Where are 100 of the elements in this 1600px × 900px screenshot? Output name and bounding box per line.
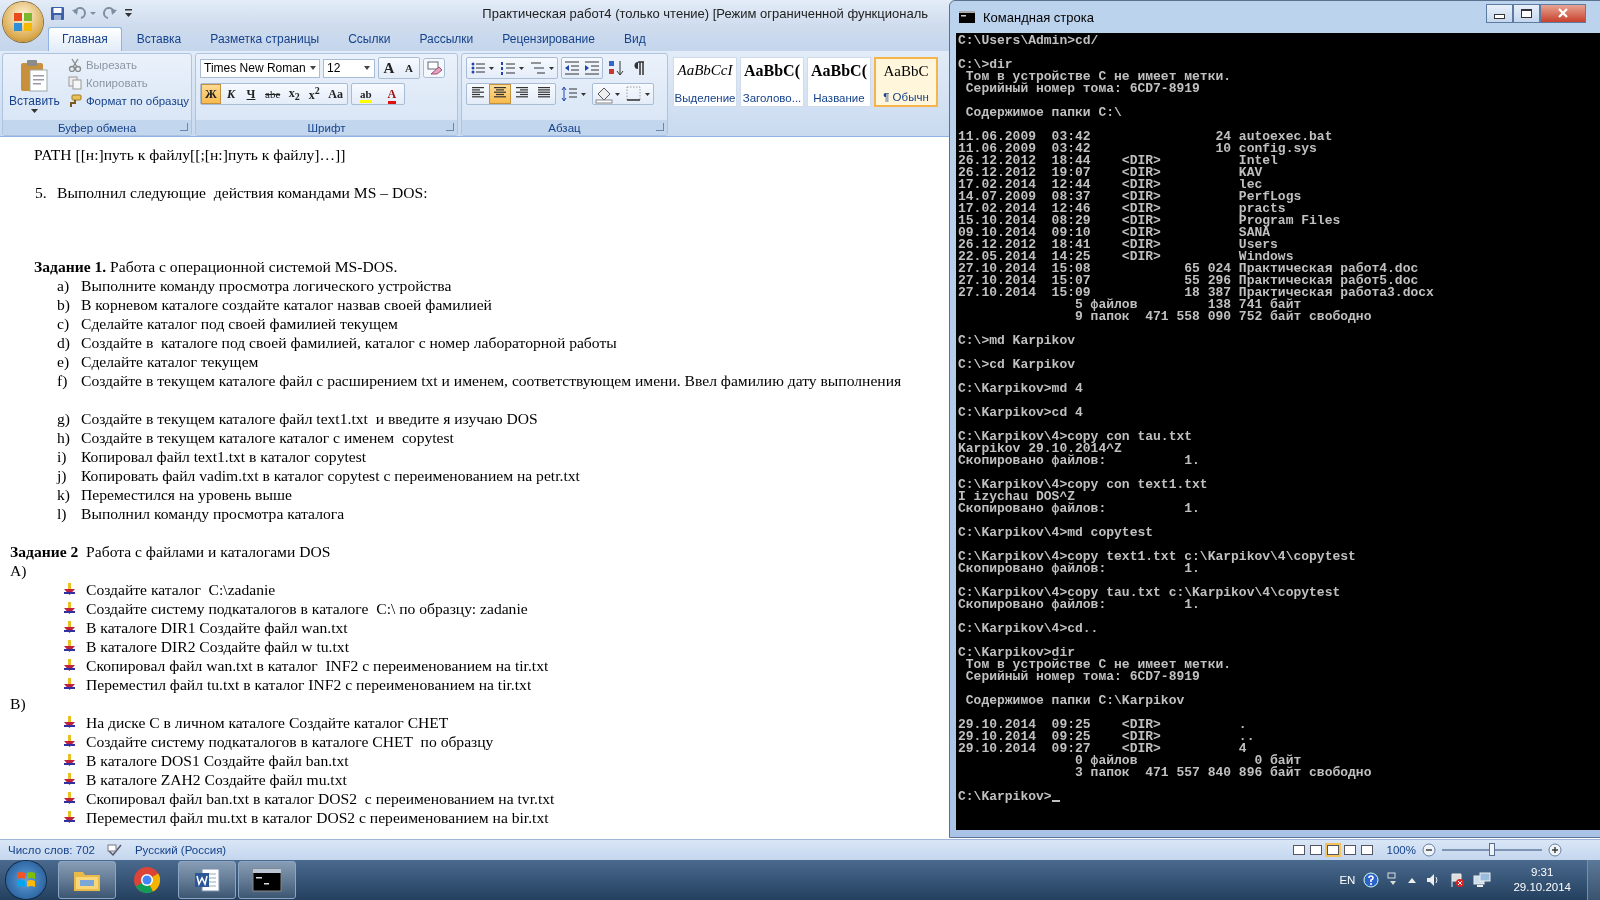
ribbon-tab[interactable]: Рецензирование — [488, 27, 609, 51]
arrow-bullet-icon — [64, 735, 75, 748]
save-icon[interactable] — [50, 5, 65, 21]
arrow-bullet-icon — [64, 583, 75, 596]
ribbon-tab[interactable]: Вид — [609, 27, 660, 51]
view-button[interactable] — [1341, 843, 1358, 857]
ribbon-tab[interactable]: Разметка страницы — [196, 27, 334, 51]
font-color-button[interactable]: A — [379, 84, 405, 104]
list-item: Выполните команду просмотра логического устройства — [81, 276, 452, 295]
paintbrush-icon — [67, 94, 82, 108]
font-style-button[interactable]: Aa — [324, 84, 347, 104]
alignment-icon — [515, 86, 529, 98]
console-line: Серийный номер тома: 6CD7-8919 — [964, 83, 1201, 95]
console-line: C:\Karpikov>cd 4 — [958, 407, 1084, 419]
customize-icon[interactable] — [124, 7, 133, 19]
style-tile[interactable]: AaBbC( Название — [807, 57, 871, 107]
list-number: 5. — [35, 183, 48, 202]
maximize-button[interactable] — [1513, 3, 1540, 23]
ribbon-tab[interactable]: Вставка — [122, 27, 196, 51]
clear-format-icon[interactable] — [423, 58, 445, 78]
close-icon — [1557, 8, 1569, 18]
style-tile[interactable]: AaBbC ¶ Обычн — [874, 57, 938, 107]
language-indicator[interactable]: Русский (Россия) — [134, 844, 227, 856]
zoom-slider[interactable] — [1442, 843, 1542, 857]
view-button[interactable] — [1307, 843, 1324, 857]
view-button[interactable] — [1290, 843, 1307, 857]
minimize-button[interactable] — [1486, 3, 1513, 23]
highlight-button[interactable]: ab — [351, 84, 380, 104]
arrow-bullet-icon — [64, 602, 75, 615]
console-line: I izychau DOS^Z — [958, 491, 1076, 503]
paragraph: А) — [10, 561, 27, 580]
list-item: Сделайте каталог текущем — [81, 352, 259, 371]
start-button[interactable] — [6, 861, 46, 899]
console-line: 26.12.2012 18:44 <DIR> Intel — [958, 155, 1278, 167]
caret-icon — [30, 109, 38, 113]
console-line: 29.10.2014 09:27 <DIR> 4 — [958, 743, 1248, 755]
paragraph: Задание 2 Работа с файлами и каталогами DOS — [10, 542, 331, 561]
clock-time[interactable]: 9:31 — [1531, 865, 1554, 880]
show-hidden-icon[interactable] — [1407, 876, 1418, 884]
console-line: 11.06.2009 03:42 24 autoexec.bat — [958, 131, 1334, 143]
ribbon-tab[interactable]: Главная — [48, 27, 122, 51]
list-item: Создайте в каталоге под своей фамилией, каталог с номер лабораторной работы — [81, 333, 617, 352]
console-line: C:\Karpikov> — [958, 791, 1052, 803]
language-indicator[interactable]: EN — [1339, 874, 1356, 886]
view-button[interactable] — [1358, 843, 1375, 857]
console-line: 26.12.2012 18:41 <DIR> Users — [958, 239, 1278, 251]
word-count[interactable]: Число слов: 702 — [8, 844, 95, 856]
console-line: 3 папок 471 557 840 896 байт свободно — [1074, 767, 1373, 779]
style-tile[interactable]: AaBbCcI Выделение — [673, 57, 737, 107]
dialog-launcher-icon[interactable] — [180, 123, 188, 131]
font-style-button[interactable]: x$_{2}$ — [284, 84, 305, 104]
slider-thumb[interactable] — [1489, 843, 1495, 856]
zoom-in-icon[interactable] — [1548, 843, 1562, 857]
ribbon-tab[interactable]: Ссылки — [334, 27, 405, 51]
office-button[interactable] — [3, 2, 43, 42]
paste-button[interactable]: Вставить — [7, 57, 62, 117]
format-painter-button[interactable]: Формат по образцу — [65, 93, 191, 109]
help-icon[interactable] — [1363, 872, 1380, 888]
network-icon[interactable] — [1473, 872, 1492, 888]
align-center-button[interactable] — [489, 84, 511, 104]
taskbar-app[interactable] — [178, 861, 236, 899]
list-item: В каталоге DOS1 Создайте файл ban.txt — [86, 751, 349, 770]
console-line: Содержимое папки C:\ — [964, 107, 1123, 119]
font-style-button[interactable]: Ж — [201, 84, 221, 104]
shrink-font-button[interactable]: A — [399, 58, 419, 78]
ribbon-tab[interactable]: Рассылки — [405, 27, 488, 51]
console-line: 14.07.2009 08:37 <DIR> PerfLogs — [958, 191, 1303, 203]
list-letter: l) — [57, 504, 68, 523]
zoom-level[interactable]: 100% — [1386, 844, 1416, 856]
grow-font-button[interactable]: A — [379, 58, 399, 78]
close-button[interactable] — [1540, 3, 1586, 23]
borders-icon[interactable] — [623, 84, 653, 104]
taskbar-app[interactable] — [238, 861, 296, 899]
console-line: 27.10.2014 15:08 65 024 Практическая работ4.doc — [958, 263, 1420, 275]
undo-icon[interactable] — [71, 5, 97, 21]
font-size-field[interactable]: 12 — [323, 58, 375, 78]
view-button[interactable] — [1324, 843, 1341, 857]
dialog-launcher-icon[interactable] — [656, 123, 664, 131]
window-title: Командная строка — [983, 9, 1094, 25]
style-tile[interactable]: AaBbC( Заголово... — [740, 57, 804, 107]
flag-alert-icon[interactable] — [1449, 872, 1466, 888]
zoom-out-icon[interactable] — [1422, 843, 1436, 857]
redo-icon[interactable] — [103, 5, 118, 21]
dialog-launcher-icon[interactable] — [446, 123, 454, 131]
font-style-button[interactable]: abe — [261, 84, 285, 104]
taskbar-app[interactable] — [58, 861, 116, 899]
font-style-button[interactable]: x$^{2}$ — [304, 84, 325, 104]
clock-date[interactable]: 29.10.2014 — [1513, 880, 1571, 895]
console-line: C:\Karpikov\4>copy con tau.txt — [958, 431, 1194, 443]
font-style-button[interactable]: К — [221, 84, 241, 104]
decrease-indent-icon[interactable] — [562, 58, 582, 78]
console-line: 26.12.2012 19:07 <DIR> KAV — [958, 167, 1264, 179]
increase-indent-icon[interactable] — [582, 58, 602, 78]
sort-icon[interactable] — [606, 58, 626, 78]
console-line: 27.10.2014 15:07 55 296 Практическая работ5.doc — [958, 275, 1419, 287]
proofing-icon[interactable] — [106, 843, 123, 857]
console-line: C:\Karpikov\4>md copytest — [958, 527, 1155, 539]
line-spacing-icon[interactable] — [559, 84, 589, 104]
font-style-button[interactable]: Ч — [241, 84, 261, 104]
font-family-field[interactable]: Times New Roman — [200, 58, 320, 78]
